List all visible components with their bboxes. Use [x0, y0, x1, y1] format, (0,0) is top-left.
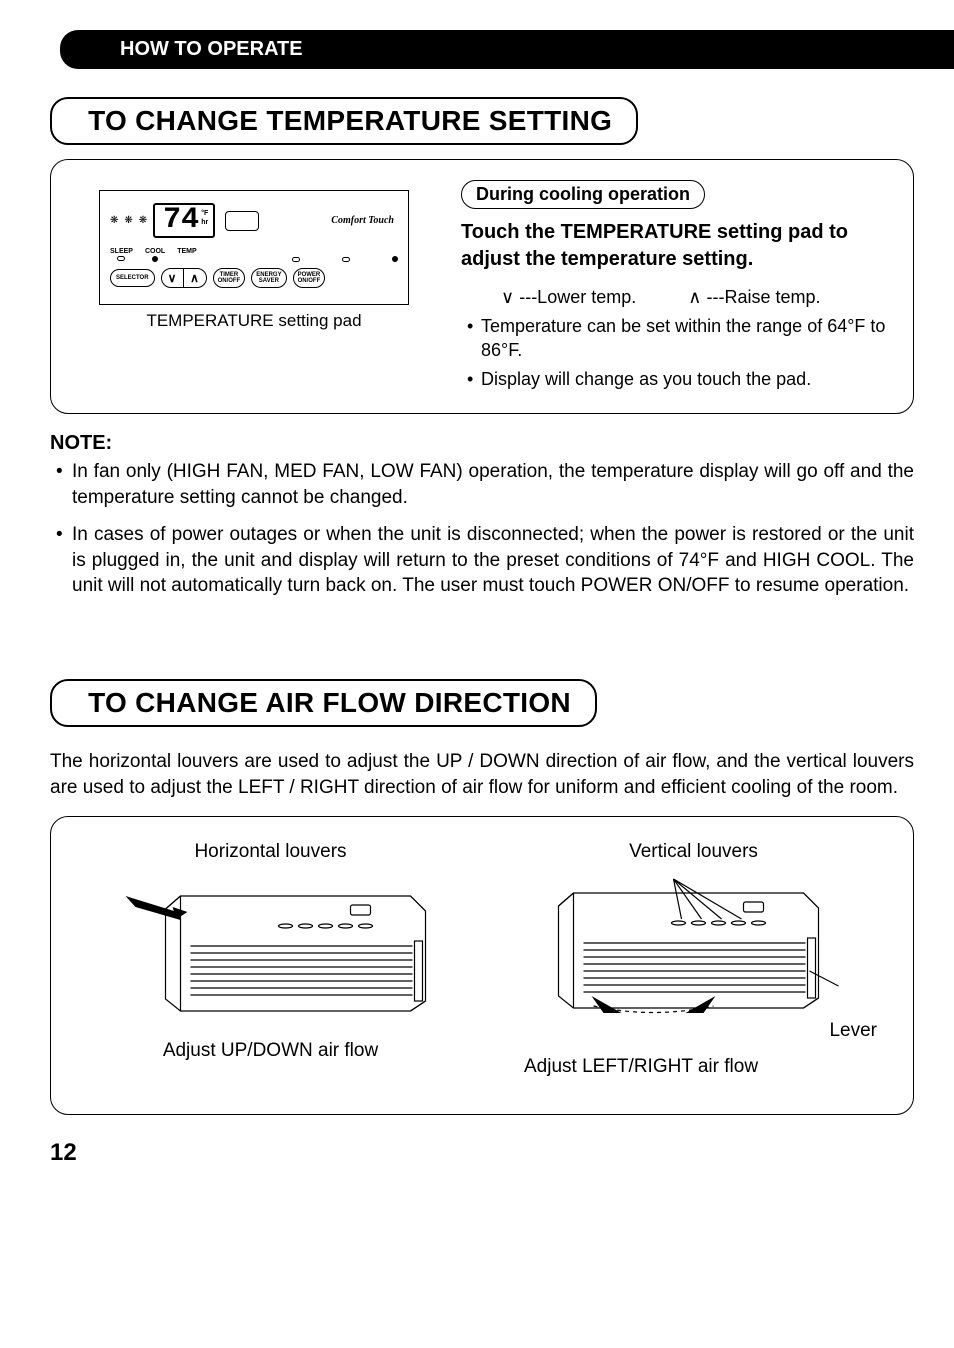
chevron-up-icon: ∧ [688, 287, 701, 307]
lower-temp-text: ---Lower temp. [519, 287, 636, 307]
raise-temp-text: ---Raise temp. [706, 287, 820, 307]
note-heading: NOTE: [50, 432, 914, 455]
led-cool: COOL [145, 248, 165, 262]
updown-caption: Adjust UP/DOWN air flow [79, 1040, 462, 1062]
vertical-louvers-label: Vertical louvers [502, 841, 885, 863]
ac-unit-horizontal-illustration [79, 871, 462, 1021]
brand-label: Comfort Touch [331, 215, 398, 226]
display-row: ❋ ❋ ❋ 74 °F hr Comfort Touch [110, 203, 398, 238]
section-title-airflow: TO CHANGE AIR FLOW DIRECTION [50, 679, 597, 727]
diagram-caption: TEMPERATURE setting pad [69, 311, 439, 331]
page-number: 12 [50, 1139, 914, 1167]
button-row: SELECTOR ∨ ∧ TIMERON/OFF ENERGYSAVER POW… [110, 268, 398, 288]
airflow-intro: The horizontal louvers are used to adjus… [50, 749, 914, 800]
led-temp: TEMP [177, 248, 196, 262]
info-bullets: Temperature can be set within the range … [467, 314, 895, 391]
note-list: In fan only (HIGH FAN, MED FAN, LOW FAN)… [50, 459, 914, 599]
leftright-caption: Adjust LEFT/RIGHT air flow [524, 1056, 885, 1078]
temp-pad-group: ∨ ∧ [161, 268, 207, 288]
temp-up-button: ∧ [184, 269, 206, 287]
temp-value: 74 [163, 207, 199, 234]
instruction-column: During cooling operation Touch the TEMPE… [461, 180, 895, 395]
instruction-text: Touch the TEMPERATURE setting pad to adj… [461, 219, 895, 273]
timer-button: TIMERON/OFF [213, 268, 246, 288]
fan-icon: ❋ [110, 215, 118, 226]
led-indicator [292, 257, 300, 262]
header-title: HOW TO OPERATE [120, 38, 303, 60]
power-button: POWERON/OFF [293, 268, 326, 288]
note-item: In cases of power outages or when the un… [50, 522, 914, 599]
temperature-panel: ❋ ❋ ❋ 74 °F hr Comfort Touch SLEEP COOL … [50, 159, 914, 414]
note-item: In fan only (HIGH FAN, MED FAN, LOW FAN)… [50, 459, 914, 510]
temp-display: 74 °F hr [153, 203, 215, 238]
fan-icon: ❋ [124, 215, 132, 226]
temp-down-button: ∨ [162, 269, 184, 287]
led-indicator [342, 257, 350, 262]
arrow-legend: ∨ ---Lower temp. ∧ ---Raise temp. [501, 287, 895, 308]
airflow-panel: Horizontal louvers [50, 816, 914, 1115]
fan-icon: ❋ [139, 215, 147, 226]
control-panel-diagram: ❋ ❋ ❋ 74 °F hr Comfort Touch SLEEP COOL … [69, 180, 439, 395]
bullet-item: Temperature can be set within the range … [467, 314, 895, 363]
mini-display [225, 211, 259, 231]
operation-badge: During cooling operation [461, 180, 705, 209]
chevron-down-icon: ∨ [501, 287, 514, 307]
ac-unit-vertical-illustration [502, 871, 885, 1021]
section-title-temperature: TO CHANGE TEMPERATURE SETTING [50, 97, 638, 145]
control-panel-box: ❋ ❋ ❋ 74 °F hr Comfort Touch SLEEP COOL … [99, 190, 409, 305]
horizontal-louvers-column: Horizontal louvers [79, 841, 462, 1078]
vertical-louvers-column: Vertical louvers [502, 841, 885, 1078]
led-indicator [392, 256, 398, 262]
led-row: SLEEP COOL TEMP [110, 248, 398, 262]
unit-stack: °F hr [201, 207, 208, 227]
horizontal-louvers-label: Horizontal louvers [79, 841, 462, 863]
led-sleep: SLEEP [110, 248, 133, 262]
energy-button: ENERGYSAVER [251, 268, 286, 288]
lever-label: Lever [502, 1020, 885, 1042]
bullet-item: Display will change as you touch the pad… [467, 367, 895, 391]
page-header: HOW TO OPERATE [60, 30, 954, 69]
selector-button: SELECTOR [110, 269, 155, 287]
